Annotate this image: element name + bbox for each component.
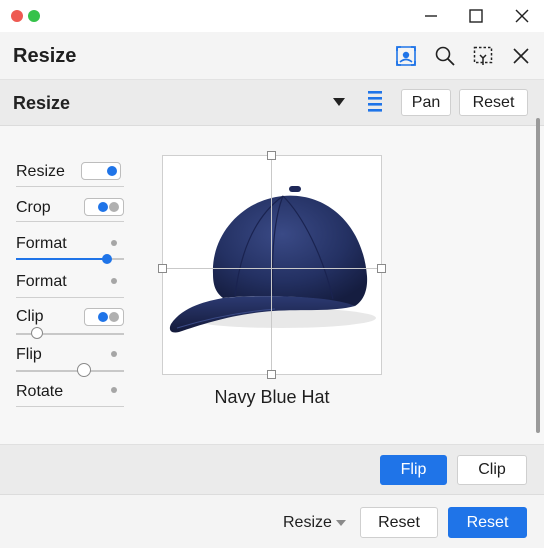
maximize-window-dot[interactable] (28, 10, 40, 22)
chevron-down-icon[interactable] (336, 520, 346, 526)
property-row-format: Format (16, 233, 124, 264)
flip-slider-track[interactable] (16, 370, 124, 372)
toolbar-reset-button[interactable]: Reset (459, 89, 528, 116)
property-label: Format (16, 273, 67, 290)
flip-button[interactable]: Flip (380, 455, 447, 485)
resize-toggle[interactable] (81, 162, 121, 180)
chevron-down-icon[interactable] (333, 98, 345, 106)
maximize-icon[interactable] (463, 4, 489, 28)
clip-slider-knob[interactable] (31, 327, 43, 339)
flip-slider-knob[interactable] (77, 363, 91, 377)
property-label: Format (16, 235, 67, 252)
minimize-icon[interactable] (418, 4, 444, 28)
property-row-crop: Crop (16, 196, 124, 222)
resize-handle-left[interactable] (158, 264, 167, 273)
title-bar (0, 0, 544, 32)
horizontal-guide-line (162, 268, 382, 269)
panel-header: Resize (0, 32, 544, 80)
navy-baseball-cap-image (169, 186, 376, 333)
property-label: Flip (16, 346, 42, 363)
close-window-dot[interactable] (11, 10, 23, 22)
toggle-knob (98, 312, 108, 322)
property-row-rotate: Rotate (16, 382, 124, 407)
toggle-knob (107, 166, 117, 176)
footer-reset-button[interactable]: Reset (360, 507, 438, 538)
indicator-dot (111, 240, 117, 246)
fit-to-frame-icon[interactable] (393, 43, 419, 69)
indicator-dot (111, 351, 117, 357)
property-label: Rotate (16, 383, 64, 400)
pan-button[interactable]: Pan (401, 89, 451, 116)
property-label: Clip (16, 308, 44, 325)
crop-toggle[interactable] (84, 198, 124, 216)
close-panel-icon[interactable] (508, 43, 534, 69)
indicator-dot (111, 387, 117, 393)
resize-handle-bottom[interactable] (267, 370, 276, 379)
toggle-knob (98, 202, 108, 212)
close-icon[interactable] (509, 4, 535, 28)
clip-button[interactable]: Clip (457, 455, 527, 485)
list-icon[interactable] (367, 89, 383, 118)
footer-select[interactable]: Resize (283, 514, 332, 532)
toggle-track-dot (109, 202, 119, 212)
property-row-resize: Resize (16, 160, 124, 187)
resize-handle-right[interactable] (377, 264, 386, 273)
indicator-dot (111, 278, 117, 284)
format-slider-fill (16, 258, 108, 260)
panel-title: Resize (13, 45, 77, 67)
property-row-format-2: Format (16, 272, 124, 298)
format-slider-knob[interactable] (102, 254, 112, 264)
property-row-flip: Flip (16, 345, 124, 377)
vertical-guide-line (271, 155, 272, 375)
image-preview[interactable] (162, 155, 382, 375)
property-row-clip: Clip (16, 307, 124, 339)
clip-toggle[interactable] (84, 308, 124, 326)
toggle-track-dot (109, 312, 119, 322)
image-caption: Navy Blue Hat (214, 387, 330, 407)
property-label: Crop (16, 199, 51, 216)
resize-handle-top[interactable] (267, 151, 276, 160)
property-label: Resize (16, 163, 65, 180)
crop-frame-icon[interactable] (470, 43, 496, 69)
footer-primary-reset-button[interactable]: Reset (448, 507, 527, 538)
zoom-icon[interactable] (432, 43, 458, 69)
vertical-scrollbar[interactable] (536, 118, 540, 433)
toolbar-title: Resize (13, 93, 71, 113)
